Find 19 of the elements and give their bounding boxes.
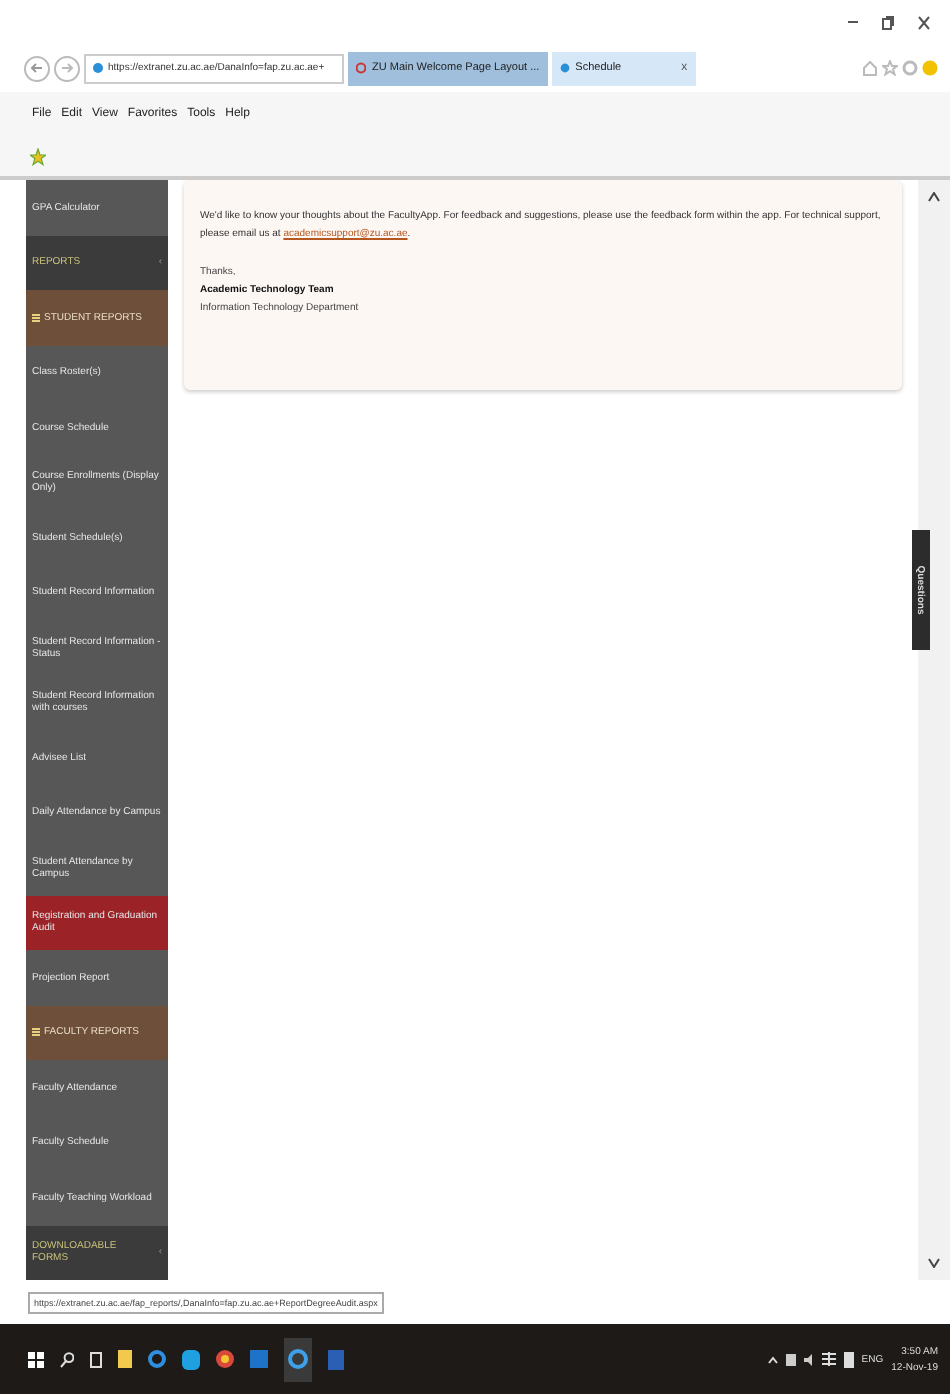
- scrollbar[interactable]: [918, 180, 950, 1280]
- restore-icon[interactable]: [882, 15, 894, 29]
- star-icon[interactable]: [882, 60, 898, 76]
- list-icon: [32, 1028, 40, 1037]
- windows-start-icon[interactable]: [28, 1351, 44, 1367]
- speaker-icon[interactable]: [803, 1353, 814, 1365]
- scroll-up-icon: [928, 192, 940, 202]
- favorites-star-icon[interactable]: [30, 147, 46, 165]
- back-arrow-icon[interactable]: [30, 62, 44, 74]
- close-icon[interactable]: [918, 15, 930, 29]
- back-button[interactable]: [24, 55, 50, 81]
- chrome-icon[interactable]: [216, 1350, 234, 1368]
- list-icon: [32, 313, 40, 322]
- caret-up-icon[interactable]: [767, 1355, 778, 1363]
- task-view-icon[interactable]: [90, 1351, 102, 1367]
- search-icon[interactable]: [60, 1351, 74, 1367]
- internet-explorer-taskbar-item[interactable]: [284, 1337, 312, 1381]
- scroll-down-icon: [928, 1258, 940, 1268]
- minimize-icon[interactable]: [848, 20, 858, 24]
